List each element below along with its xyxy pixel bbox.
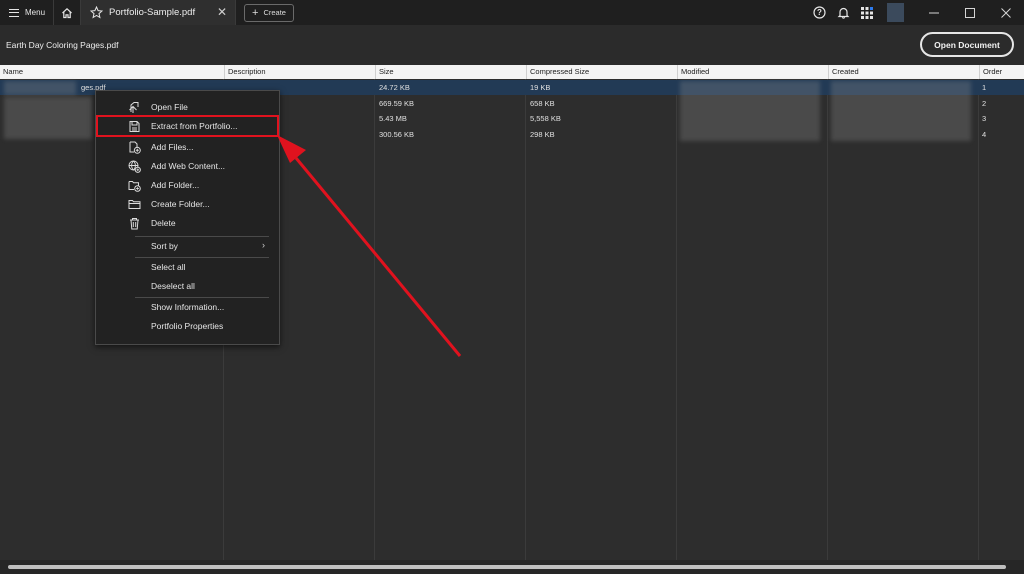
open-file-icon <box>129 102 139 113</box>
column-header-description[interactable]: Description <box>224 65 375 79</box>
menu-item-deselect-all[interactable]: Deselect all <box>96 277 279 296</box>
tab-portfolio-sample[interactable]: Portfolio-Sample.pdf ✕ <box>80 0 237 25</box>
column-header-compressed-size[interactable]: Compressed Size <box>526 65 677 79</box>
menu-item-label: Delete <box>151 218 176 228</box>
minimize-button[interactable] <box>916 0 952 25</box>
add-files-icon <box>129 141 141 154</box>
context-menu: Open File Extract from Portfolio... Add … <box>95 90 280 345</box>
menu-item-label: Create Folder... <box>151 199 210 209</box>
cell-compressed-size: 658 KB <box>530 99 555 108</box>
column-divider <box>676 79 677 560</box>
column-header-order[interactable]: Order <box>979 65 1024 79</box>
table-header: Name Description Size Compressed Size Mo… <box>0 65 1024 79</box>
menu-item-sort-by[interactable]: Sort by › <box>96 237 279 256</box>
document-title: Earth Day Coloring Pages.pdf <box>6 40 119 50</box>
cell-compressed-size: 298 KB <box>530 130 555 139</box>
open-document-button[interactable]: Open Document <box>920 32 1014 57</box>
menu-item-label: Deselect all <box>151 281 195 291</box>
menu-item-label: Select all <box>151 262 186 272</box>
add-web-content-icon <box>128 160 141 173</box>
menu-item-create-folder[interactable]: Create Folder... <box>96 195 279 214</box>
menu-item-add-folder[interactable]: Add Folder... <box>96 176 279 195</box>
chevron-right-icon: › <box>262 240 265 250</box>
menu-item-label: Add Web Content... <box>151 161 226 171</box>
add-folder-icon <box>128 181 141 192</box>
avatar[interactable] <box>887 3 904 22</box>
menu-item-label: Portfolio Properties <box>151 321 224 331</box>
star-icon[interactable] <box>90 6 104 19</box>
menu-item-show-information[interactable]: Show Information... <box>96 298 279 317</box>
redacted-name <box>4 81 76 95</box>
bell-icon <box>837 7 849 19</box>
horizontal-scrollbar[interactable] <box>8 565 1006 569</box>
hamburger-icon <box>9 8 19 17</box>
column-divider <box>374 79 375 560</box>
column-header-name[interactable]: Name <box>0 65 224 79</box>
cell-order: 1 <box>982 83 987 92</box>
menu-item-label: Open File <box>151 102 188 112</box>
redacted-created <box>831 81 971 141</box>
title-bar: Menu Portfolio-Sample.pdf ✕ + Create ? <box>0 0 1024 25</box>
close-window-button[interactable] <box>988 0 1024 25</box>
menu-item-select-all[interactable]: Select all <box>96 258 279 277</box>
svg-text:?: ? <box>817 8 822 17</box>
maximize-icon <box>965 7 975 18</box>
highlight-box <box>96 115 279 137</box>
menu-item-add-files[interactable]: Add Files... <box>96 138 279 157</box>
cell-size: 300.56 KB <box>379 130 415 139</box>
menu-item-label: Add Folder... <box>151 180 200 190</box>
cell-order: 3 <box>982 114 987 123</box>
close-icon <box>1001 7 1011 18</box>
menu-item-label: Add Files... <box>151 142 194 152</box>
redacted-modified <box>680 81 820 141</box>
close-tab-icon[interactable]: ✕ <box>217 6 227 18</box>
cell-order: 2 <box>982 99 987 108</box>
plus-icon: + <box>252 6 259 19</box>
column-header-created[interactable]: Created <box>828 65 979 79</box>
cell-size: 5.43 MB <box>379 114 407 123</box>
tab-title: Portfolio-Sample.pdf <box>109 7 196 18</box>
redacted-names <box>4 97 92 139</box>
home-icon <box>62 7 72 18</box>
menu-item-portfolio-properties[interactable]: Portfolio Properties <box>96 317 279 336</box>
apps-grid-icon <box>861 6 873 19</box>
menu-item-add-web-content[interactable]: Add Web Content... <box>96 157 279 176</box>
cell-compressed-size: 19 KB <box>530 83 551 92</box>
right-toolbar: ? <box>807 0 1024 25</box>
create-folder-icon <box>128 200 141 209</box>
trash-icon <box>130 218 139 230</box>
minimize-icon <box>929 12 939 13</box>
document-header: Earth Day Coloring Pages.pdf Open Docume… <box>0 25 1024 65</box>
menu-label: Menu <box>25 8 46 17</box>
notifications-button[interactable] <box>831 0 855 25</box>
cell-size: 24.72 KB <box>379 83 410 92</box>
home-button[interactable] <box>54 0 80 25</box>
menu-item-label: Show Information... <box>151 302 225 312</box>
column-header-size[interactable]: Size <box>375 65 526 79</box>
menu-button[interactable]: Menu <box>0 0 53 25</box>
column-divider <box>525 79 526 560</box>
column-divider <box>827 79 828 560</box>
help-button[interactable]: ? <box>807 0 831 25</box>
create-button[interactable]: + Create <box>244 3 294 22</box>
cell-compressed-size: 5,558 KB <box>530 114 561 123</box>
cell-order: 4 <box>982 130 987 139</box>
create-label: Create <box>263 8 286 17</box>
help-icon: ? <box>812 6 826 19</box>
menu-item-delete[interactable]: Delete <box>96 214 279 233</box>
column-divider <box>978 79 979 560</box>
cell-size: 669.59 KB <box>379 99 415 108</box>
apps-button[interactable] <box>855 0 879 25</box>
maximize-button[interactable] <box>952 0 988 25</box>
column-header-modified[interactable]: Modified <box>677 65 828 79</box>
menu-item-label: Sort by <box>151 241 178 251</box>
